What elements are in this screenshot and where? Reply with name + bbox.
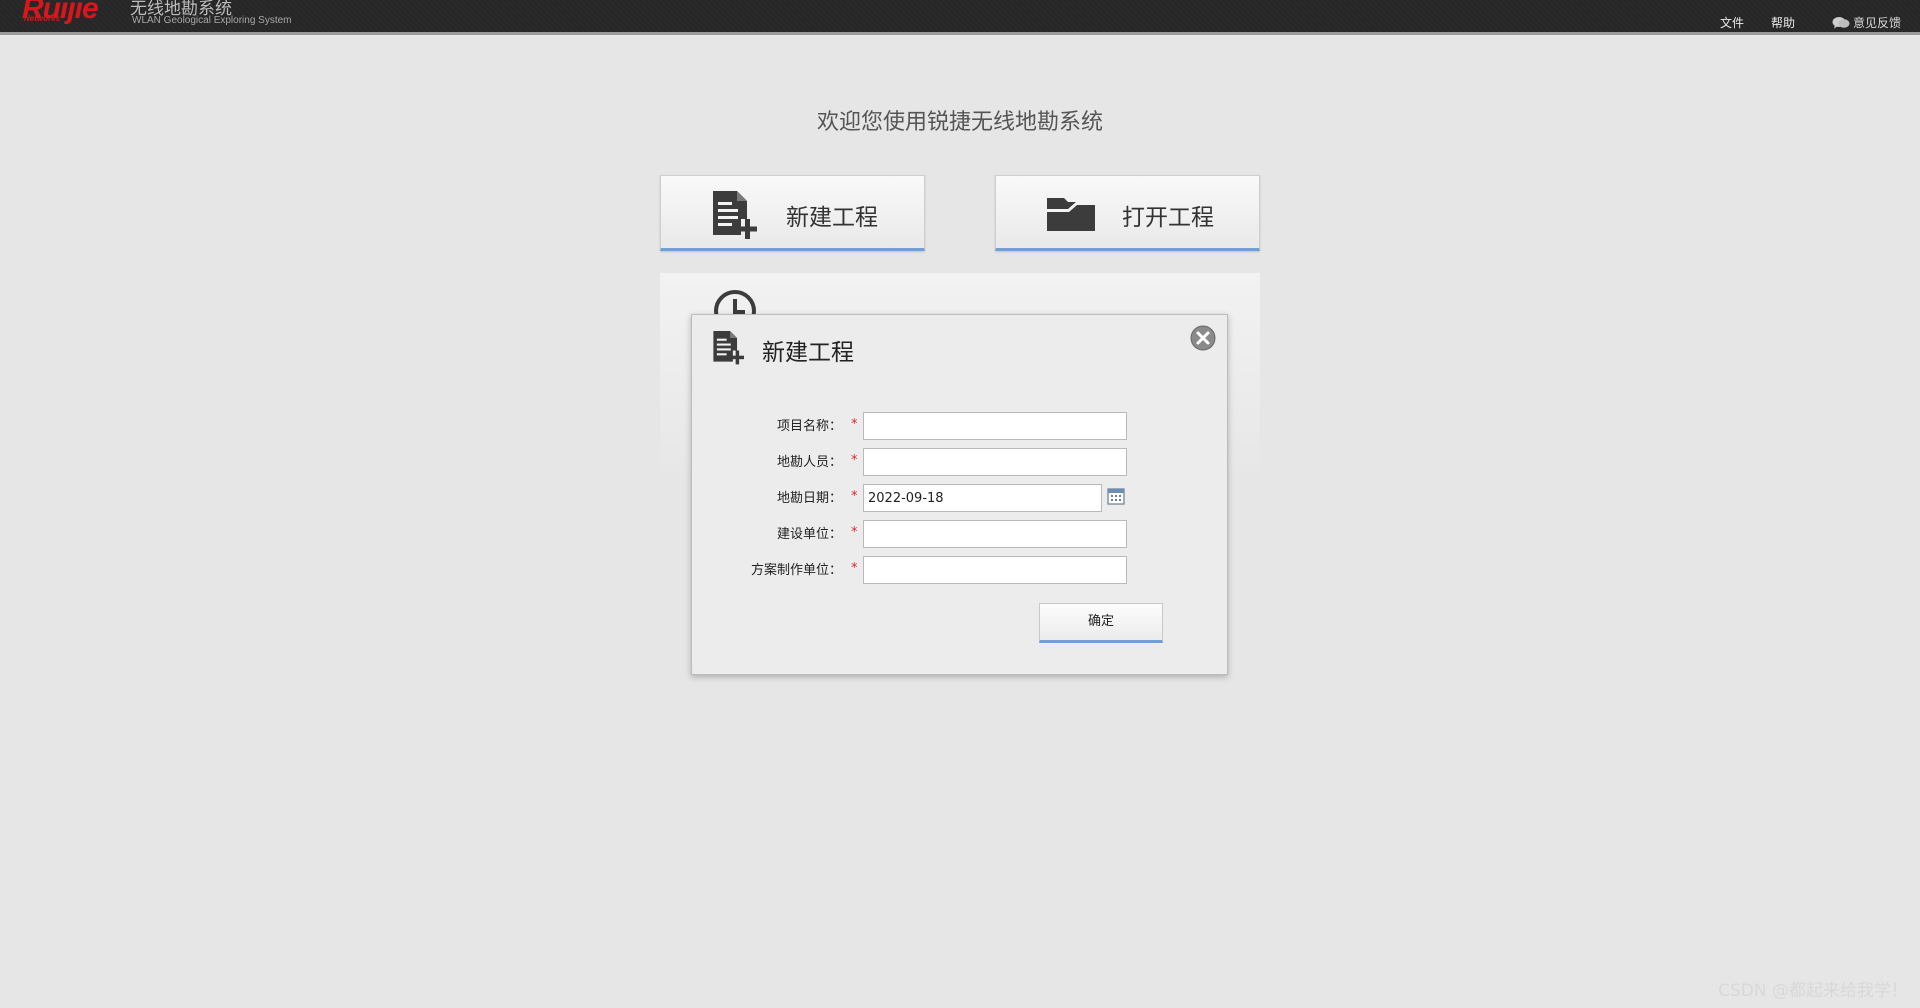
- system-subtitle: WLAN Geological Exploring System: [132, 15, 292, 26]
- open-project-label: 打开工程: [1122, 205, 1214, 231]
- new-project-dialog: 新建工程 项目名称： * 地勘人员： * 地勘日期： * 建设单位： * 方案制…: [691, 314, 1228, 675]
- menu-feedback-label: 意见反馈: [1853, 16, 1902, 30]
- required-mark: *: [851, 453, 858, 468]
- new-document-icon: [712, 329, 744, 369]
- dialog-title: 新建工程: [762, 340, 854, 366]
- survey-date-input[interactable]: [863, 484, 1102, 512]
- project-name-label: 项目名称：: [776, 419, 842, 434]
- chat-bubble-icon: [1832, 16, 1850, 29]
- surveyor-input[interactable]: [863, 448, 1127, 476]
- plan-maker-unit-label: 方案制作单位：: [750, 563, 842, 578]
- menu-file[interactable]: 文件: [1720, 14, 1744, 31]
- construction-unit-input[interactable]: [863, 520, 1127, 548]
- calendar-icon[interactable]: [1107, 487, 1125, 509]
- folder-icon: [1046, 194, 1096, 236]
- survey-date-label: 地勘日期：: [776, 491, 842, 506]
- close-icon[interactable]: [1190, 325, 1216, 351]
- welcome-heading: 欢迎您使用锐捷无线地勘系统: [816, 110, 1103, 135]
- confirm-button[interactable]: 确定: [1039, 603, 1163, 643]
- new-project-label: 新建工程: [786, 205, 878, 231]
- project-name-input[interactable]: [863, 412, 1127, 440]
- construction-unit-label: 建设单位：: [776, 527, 842, 542]
- menu-help[interactable]: 帮助: [1771, 14, 1795, 31]
- new-project-button[interactable]: 新建工程: [660, 175, 925, 251]
- open-project-button[interactable]: 打开工程: [995, 175, 1260, 251]
- required-mark: *: [851, 489, 858, 504]
- required-mark: *: [851, 417, 858, 432]
- required-mark: *: [851, 525, 858, 540]
- new-document-icon: [711, 189, 757, 243]
- watermark: CSDN @都起来给我学！: [1718, 981, 1908, 1001]
- required-mark: *: [851, 561, 858, 576]
- menu-feedback[interactable]: 意见反馈: [1832, 14, 1901, 31]
- surveyor-label: 地勘人员：: [776, 455, 842, 470]
- plan-maker-unit-input[interactable]: [863, 556, 1127, 584]
- ruijie-logo-sub: Networks: [24, 14, 61, 23]
- top-bar: Ruijie Networks 无线地勘系统 WLAN Geological E…: [0, 0, 1920, 35]
